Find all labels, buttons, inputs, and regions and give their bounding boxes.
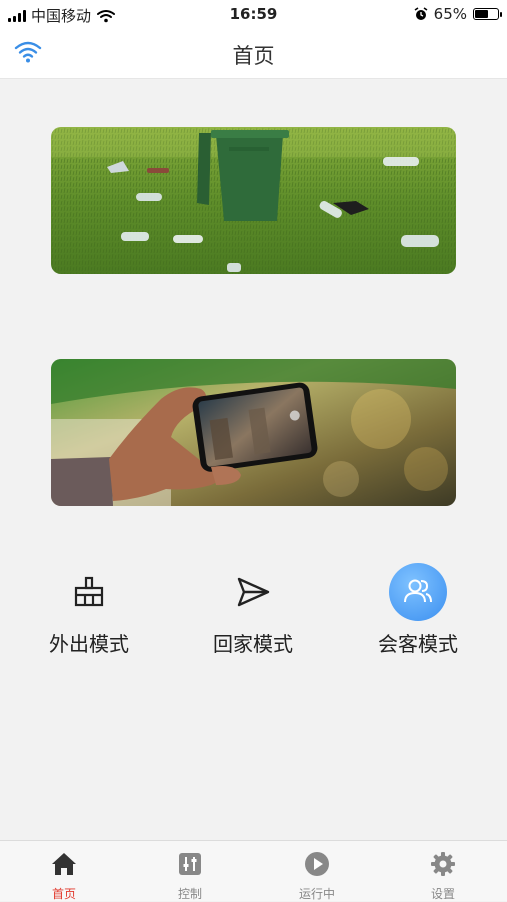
tab-label: 首页 [51,887,76,901]
sliders-icon [179,853,201,875]
tab-settings[interactable]: 设置 [403,849,483,902]
tab-label: 控制 [177,887,202,901]
tab-control[interactable]: 控制 [150,849,230,902]
alarm-icon [414,7,428,20]
phone-hand-illustration [51,359,456,506]
tab-label: 运行中 [298,887,335,901]
tab-bar: 首页 控制 运行中 设置 [0,840,507,901]
battery-fill [475,10,489,18]
battery-percent: 65% [433,5,467,23]
mode-home[interactable]: 回家模式 [193,563,313,657]
mode-guest[interactable]: 会客模式 [358,563,478,657]
lawn-trash-illustration [51,127,456,274]
banner-image-phone[interactable] [51,359,456,506]
mode-label: 外出模式 [49,632,129,656]
tab-home[interactable]: 首页 [24,849,104,902]
status-right: 65% [414,5,502,23]
send-icon [224,563,282,621]
tab-running[interactable]: 运行中 [277,849,357,902]
mode-away[interactable]: 外出模式 [29,563,149,657]
home-icon [52,853,76,875]
mode-label: 会客模式 [378,632,458,656]
battery-icon [473,8,502,20]
play-icon [305,852,329,876]
broom-icon [60,563,118,621]
mode-label: 回家模式 [213,632,293,656]
banner-image-lawn[interactable] [51,127,456,274]
users-icon [389,563,447,621]
page-title: 首页 [232,44,275,68]
gear-icon [431,852,455,876]
tab-label: 设置 [430,887,455,901]
status-bar: 中国移动 16:59 65% [0,0,507,28]
nav-bar: 首页 [0,28,507,79]
